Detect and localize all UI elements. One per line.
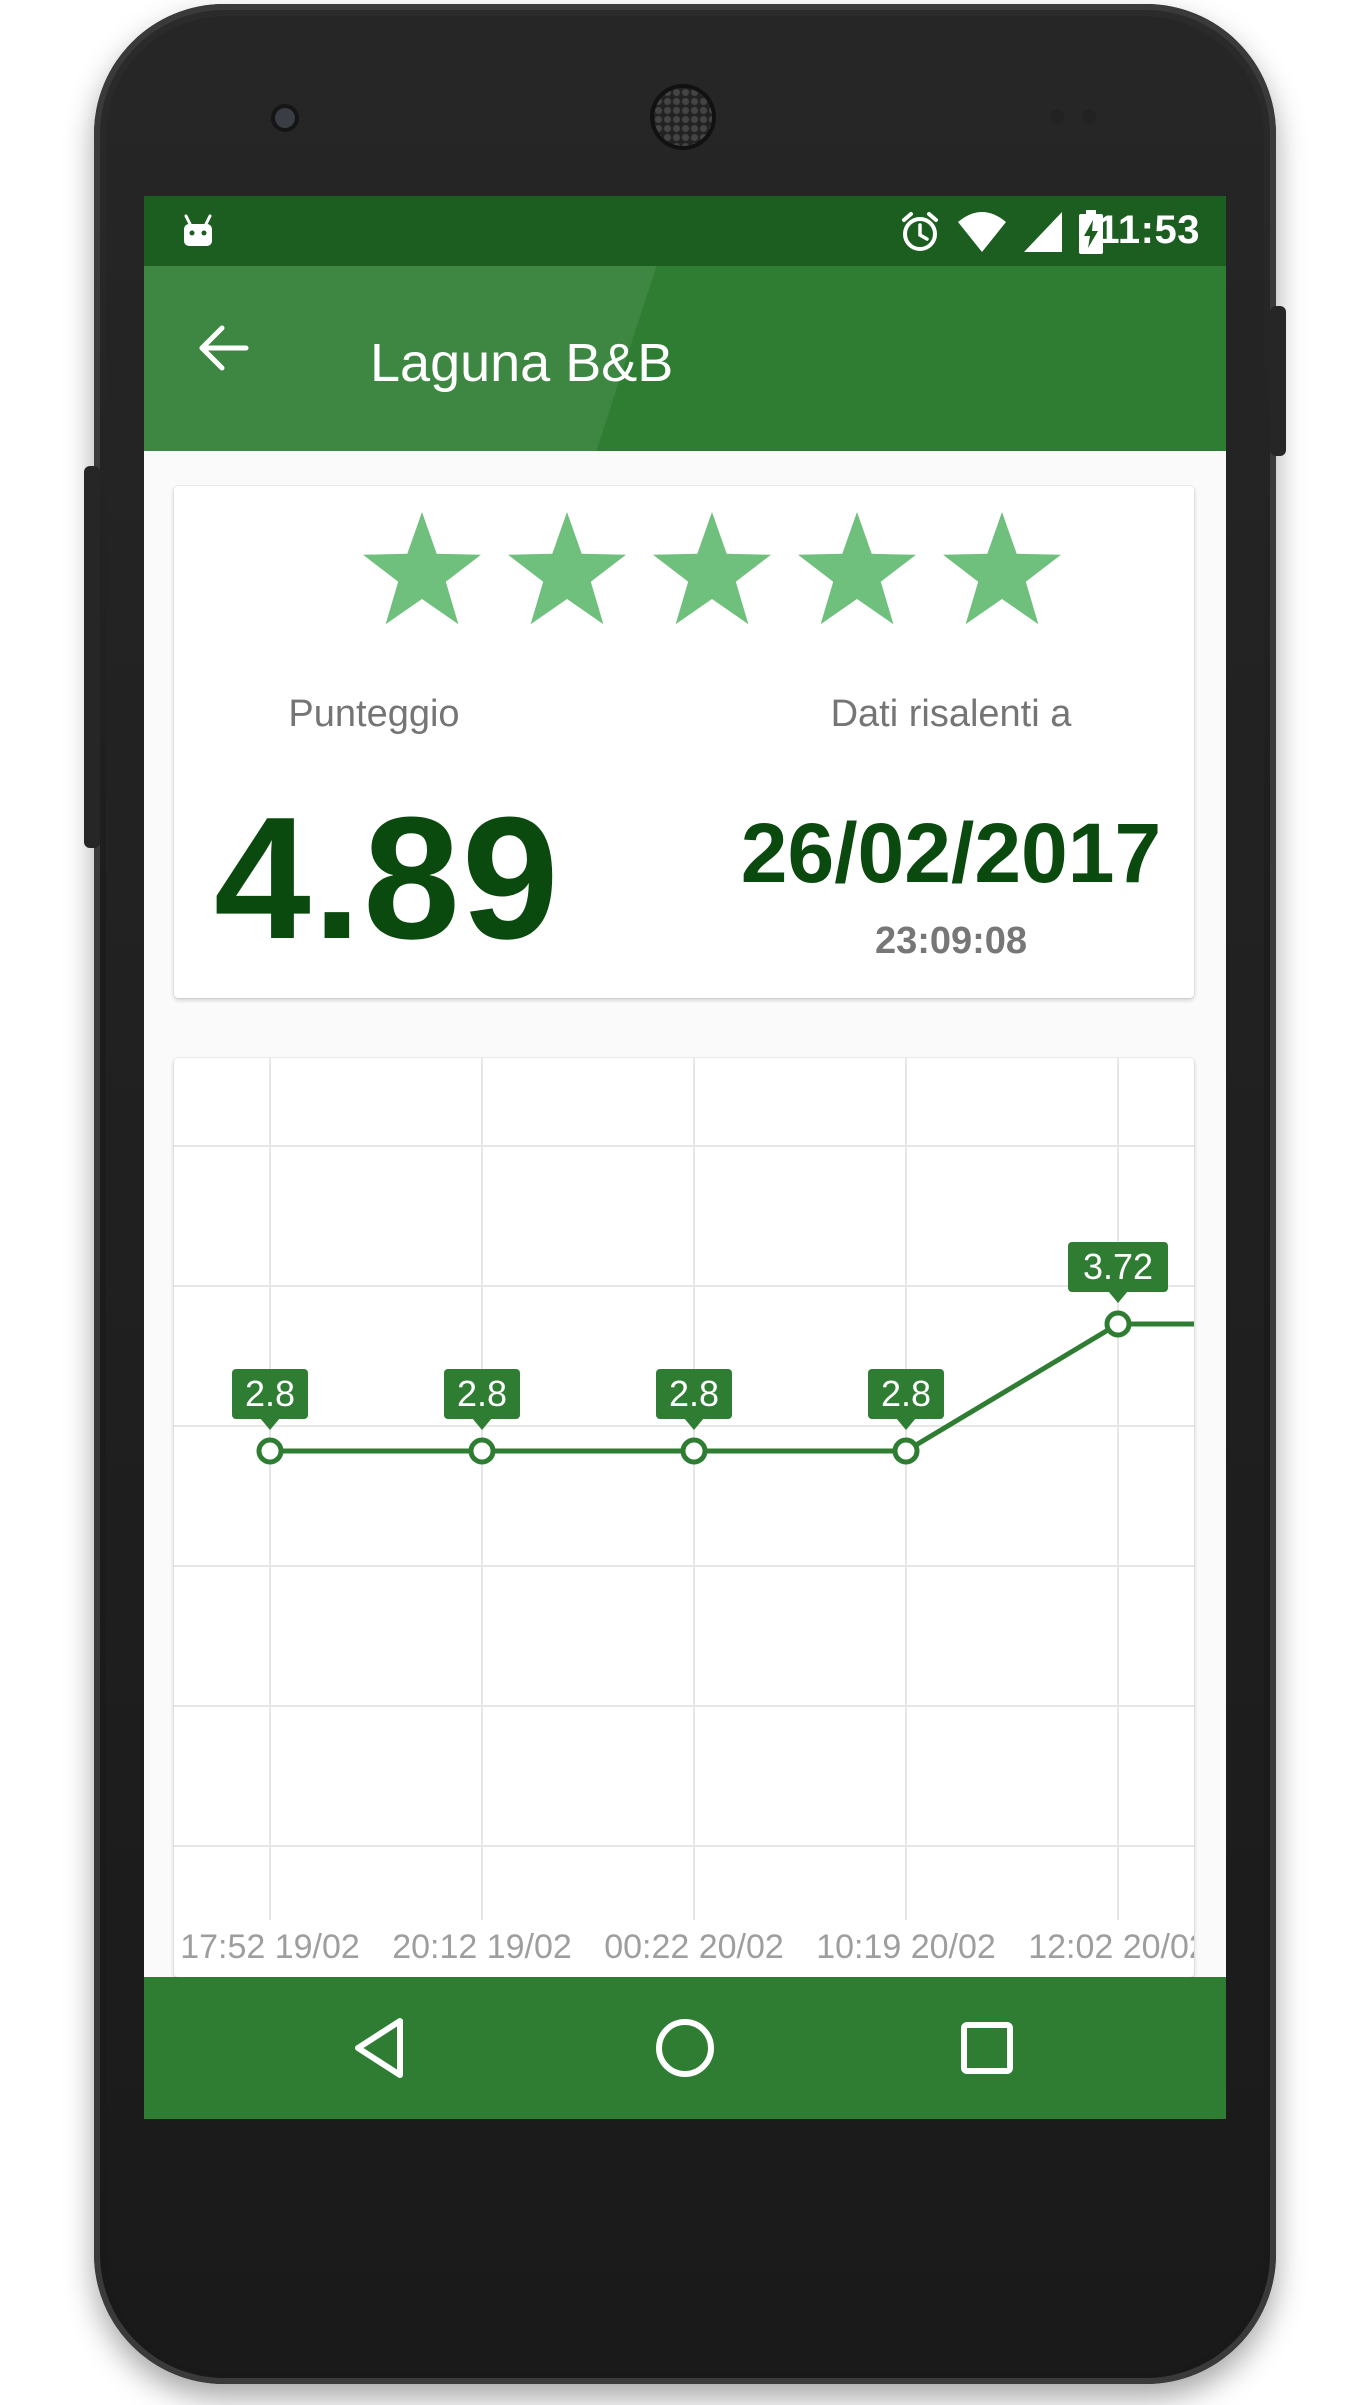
data-point[interactable]: [892, 1437, 920, 1465]
signal-icon: [1022, 210, 1064, 259]
star-icon: [653, 512, 771, 625]
data-point[interactable]: [468, 1437, 496, 1465]
data-label-pointer: [896, 1418, 916, 1430]
power-button: [1270, 306, 1286, 456]
arrow-back-icon[interactable]: [196, 320, 252, 376]
proximity-sensor: [1050, 110, 1064, 124]
data-label-pointer: [684, 1418, 704, 1430]
data-label-pointer: [260, 1418, 280, 1430]
x-tick-label: 17:52 19/02: [180, 1928, 360, 1966]
x-tick-label: 20:12 19/02: [392, 1928, 572, 1966]
status-clock: 11:53: [1097, 208, 1200, 252]
data-point[interactable]: [680, 1437, 708, 1465]
back-nav-icon[interactable]: [348, 2015, 414, 2081]
x-tick-label: 12:02 20/02: [1028, 1928, 1194, 1966]
light-sensor: [1082, 110, 1096, 124]
data-label: 2.8: [881, 1373, 931, 1414]
x-tick-label: 10:19 20/02: [816, 1928, 996, 1966]
star-icon: [798, 512, 916, 625]
volume-button: [84, 466, 100, 848]
date-value: 26/02/2017: [740, 806, 1162, 900]
data-label: 2.8: [457, 1373, 507, 1414]
star-icon: [943, 512, 1061, 625]
x-tick-label: 00:22 20/02: [604, 1928, 784, 1966]
earpiece-speaker: [654, 88, 712, 146]
screen: 11:53 Laguna B&B Punteggio Dati risalent…: [144, 196, 1226, 2119]
data-point[interactable]: [1104, 1310, 1132, 1338]
line-chart[interactable]: 2.8 2.8 2.8 2.8 3.72 17:52 19/02 20:12 19/02 00…: [174, 1058, 1194, 1977]
recents-nav-icon[interactable]: [954, 2015, 1020, 2081]
chart-card: 2.8 2.8 2.8 2.8 3.72 17:52 19/02 20:12 19/02 00…: [174, 1058, 1194, 1977]
star-icon: [508, 512, 626, 625]
score-value: 4.89: [214, 780, 561, 975]
rating-card: Punteggio Dati risalenti a 4.89 26/02/20…: [174, 486, 1194, 998]
data-point[interactable]: [256, 1437, 284, 1465]
time-value: 23:09:08: [874, 920, 1028, 962]
date-label: Dati risalenti a: [830, 693, 1072, 735]
android-icon: [178, 212, 218, 257]
star-icon: [363, 512, 481, 625]
star-rating: [360, 510, 1064, 628]
navigation-bar: [144, 1977, 1226, 2119]
score-label: Punteggio: [288, 693, 460, 735]
wifi-icon: [956, 210, 1008, 259]
data-label-pointer: [472, 1418, 492, 1430]
front-camera: [275, 108, 295, 128]
data-label: 2.8: [669, 1373, 719, 1414]
app-bar: Laguna B&B: [144, 266, 1226, 451]
status-bar: 11:53: [144, 196, 1226, 266]
data-label: 3.72: [1083, 1246, 1153, 1287]
alarm-icon: [898, 210, 942, 259]
data-label: 2.8: [245, 1373, 295, 1414]
data-label-pointer: [1108, 1291, 1128, 1303]
page-title: Laguna B&B: [370, 333, 674, 393]
home-nav-icon[interactable]: [652, 2015, 718, 2081]
